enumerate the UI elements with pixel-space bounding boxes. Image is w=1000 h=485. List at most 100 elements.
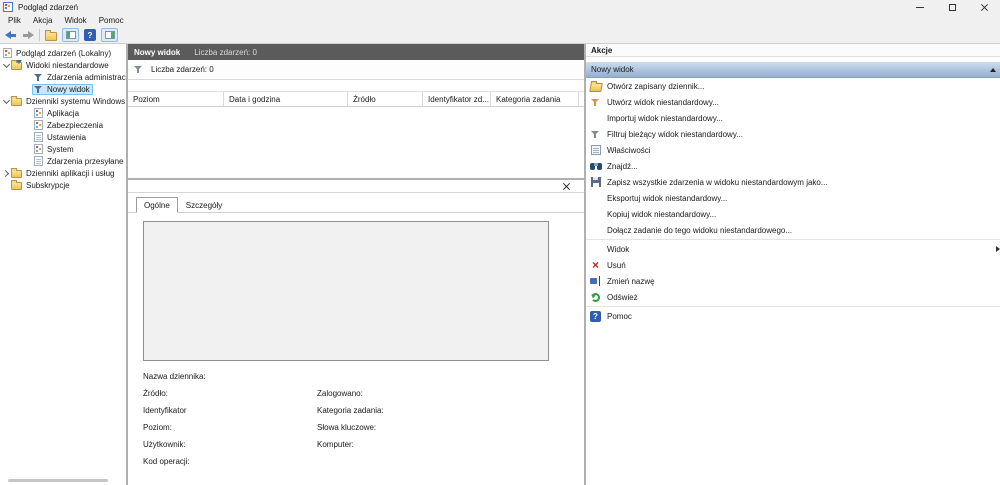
event-viewer-window: Podgląd zdarzeń Plik Akcja Widok Pomoc P… (0, 0, 1000, 485)
show-console-tree-button[interactable] (62, 28, 79, 42)
action-label: Dołącz zadanie do tego widoku niestandar… (607, 226, 792, 235)
folder-icon (11, 182, 22, 190)
field-logged: Zalogowano: (317, 389, 584, 398)
action-label: Usuń (607, 261, 626, 270)
field-task-category: Kategoria zadania: (317, 406, 584, 415)
action-label: Otwórz zapisany dziennik... (607, 82, 704, 91)
column-header-date[interactable]: Data i godzina (224, 92, 348, 106)
help-icon (590, 311, 601, 322)
chevron-down-icon[interactable] (2, 97, 11, 106)
tree-item-application[interactable]: Aplikacja (0, 107, 126, 119)
tree-item-label: Aplikacja (47, 109, 79, 118)
show-action-pane-button[interactable] (101, 28, 118, 42)
menu-file[interactable]: Plik (2, 16, 27, 25)
preview-pane: Ogólne Szczegóły Nazwa dziennika: Źródło… (128, 178, 584, 485)
action-export-custom-view[interactable]: Eksportuj widok niestandardowy... (586, 190, 1000, 206)
tree-item-setup[interactable]: Ustawienia (0, 131, 126, 143)
close-icon[interactable] (563, 183, 570, 190)
tree-item-forwarded-events[interactable]: Zdarzenia przesyłane dalej (0, 155, 126, 167)
events-table-body[interactable] (128, 107, 584, 178)
tab-general[interactable]: Ogólne (136, 197, 178, 213)
actions-panel-title: Akcje (586, 44, 1000, 57)
tree-item-label: Dzienniki systemu Windows (26, 97, 125, 106)
action-open-saved-log[interactable]: Otwórz zapisany dziennik... (586, 78, 1000, 94)
collapse-icon[interactable] (990, 68, 996, 72)
event-log-icon (34, 120, 43, 130)
preview-tabs: Ogólne Szczegóły (128, 193, 584, 213)
rename-icon (590, 276, 602, 286)
help-icon[interactable] (84, 29, 96, 41)
tree-item-label: Zabezpieczenia (47, 121, 103, 130)
field-level: Poziom: (143, 423, 317, 432)
open-log-icon (589, 83, 603, 92)
minimize-icon (916, 7, 924, 8)
tree-item-system[interactable]: System (0, 143, 126, 155)
action-save-all-events[interactable]: Zapisz wszystkie zdarzenia w widoku nies… (586, 174, 1000, 190)
column-header-event-id[interactable]: Identyfikator zd... (423, 92, 491, 106)
menu-view[interactable]: Widok (58, 16, 92, 25)
maximize-icon (949, 4, 956, 11)
tree-item-windows-logs[interactable]: Dzienniki systemu Windows (0, 95, 126, 107)
column-header-level[interactable]: Poziom (128, 92, 224, 106)
filter-icon (34, 73, 43, 82)
action-label: Utwórz widok niestandardowy... (607, 98, 719, 107)
tree-item-admin-events[interactable]: Zdarzenia administracyjne (0, 71, 126, 83)
tree-item-label: Subskrypcje (26, 181, 70, 190)
close-icon (980, 3, 989, 12)
field-source: Źródło: (143, 389, 317, 398)
action-filter-current-view[interactable]: Filtruj bieżący widok niestandardowy... (586, 126, 1000, 142)
tree-item-custom-views[interactable]: Widoki niestandardowe (0, 59, 126, 71)
tree-item-subscriptions[interactable]: Subskrypcje (0, 179, 126, 191)
action-find[interactable]: Znajdź... (586, 158, 1000, 174)
actions-panel: Akcje Nowy widok Otwórz zapisany dzienni… (586, 44, 1000, 485)
main-area: Podgląd zdarzeń (Lokalny) Widoki niestan… (0, 44, 1000, 485)
menu-help[interactable]: Pomoc (93, 16, 130, 25)
tree-item-app-services-logs[interactable]: Dzienniki aplikacji i usług (0, 167, 126, 179)
action-copy-custom-view[interactable]: Kopiuj widok niestandardowy... (586, 206, 1000, 222)
open-folder-icon[interactable] (45, 32, 57, 41)
chevron-right-icon[interactable] (2, 169, 11, 178)
tree-item-label: Zdarzenia administracyjne (47, 73, 128, 82)
column-header-source[interactable]: Źródło (348, 92, 423, 106)
tree-item-label: System (47, 145, 74, 154)
action-label: Właściwości (607, 146, 651, 155)
maximize-button[interactable] (936, 0, 968, 14)
delete-icon: × (592, 260, 599, 270)
horizontal-scrollbar[interactable] (8, 479, 108, 482)
column-header-filler (579, 92, 584, 106)
menu-action[interactable]: Akcja (27, 16, 59, 25)
refresh-icon (591, 293, 600, 302)
events-panel: Nowy widok Liczba zdarzeń: 0 Liczba zdar… (128, 44, 586, 485)
close-button[interactable] (968, 0, 1000, 14)
action-pane-icon (105, 31, 115, 39)
minimize-button[interactable] (904, 0, 936, 14)
action-attach-task[interactable]: Dołącz zadanie do tego widoku niestandar… (586, 222, 1000, 238)
folder-icon (11, 98, 22, 106)
field-log-name: Nazwa dziennika: (143, 372, 317, 381)
action-rename[interactable]: Zmień nazwę (586, 273, 1000, 289)
actions-separator (586, 239, 1000, 240)
back-arrow-icon[interactable] (5, 31, 17, 40)
tab-details[interactable]: Szczegóły (178, 197, 230, 213)
folder-icon (11, 170, 22, 178)
column-header-task-category[interactable]: Kategoria zadania (491, 92, 579, 106)
actions-group-header[interactable]: Nowy widok (586, 62, 1000, 78)
chevron-down-icon[interactable] (2, 61, 11, 70)
forward-arrow-icon[interactable] (22, 31, 34, 40)
tree-item-label: Ustawienia (47, 133, 86, 142)
action-import-custom-view[interactable]: Importuj widok niestandardowy... (586, 110, 1000, 126)
action-delete[interactable]: × Usuń (586, 257, 1000, 273)
filter-icon (134, 65, 143, 74)
events-panel-title: Nowy widok (134, 48, 180, 57)
filter-bar: Liczba zdarzeń: 0 (128, 60, 584, 80)
action-help[interactable]: Pomoc (586, 308, 1000, 324)
action-properties[interactable]: Właściwości (586, 142, 1000, 158)
tree-item-security[interactable]: Zabezpieczenia (0, 119, 126, 131)
tree-item-root[interactable]: Podgląd zdarzeń (Lokalny) (0, 47, 126, 59)
action-view-submenu[interactable]: Widok (586, 241, 1000, 257)
tree-item-label: Zdarzenia przesyłane dalej (47, 157, 128, 166)
action-create-custom-view[interactable]: Utwórz widok niestandardowy... (586, 94, 1000, 110)
action-refresh[interactable]: Odśwież (586, 289, 1000, 305)
tree-item-new-view[interactable]: Nowy widok (0, 83, 126, 95)
actions-separator (586, 306, 1000, 307)
